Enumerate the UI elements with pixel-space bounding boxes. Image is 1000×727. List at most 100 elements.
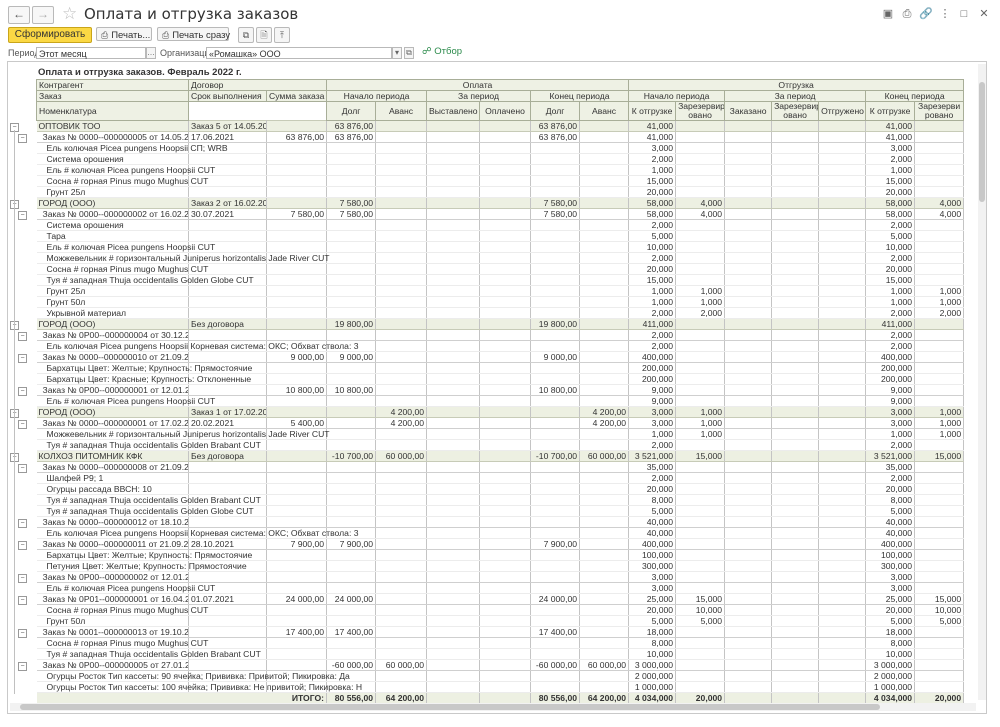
cell: 35,000 [628,461,677,473]
item-row[interactable]: Сосна # горная Pinus mugo Mughus CUT 20,0… [36,263,965,275]
period-select-button[interactable]: … [146,47,156,59]
scrollbar-thumb[interactable] [20,704,880,710]
collapse-toggle[interactable]: − [18,332,27,341]
order-row[interactable]: Заказ № 0Р01--000000001 от 16.04.2021 01.… [36,593,965,605]
item-row[interactable]: Туя # западная Thuja occidentalis Golden… [36,274,965,286]
item-row[interactable]: Туя # западная Thuja occidentalis Golden… [36,648,965,660]
item-row[interactable]: Огурцы Росток Тип кассеты: 90 ячейка; Пр… [36,670,965,682]
item-row[interactable]: Ель # колючая Picea pungens Hoopsii CUT 1… [36,241,965,253]
back-button[interactable]: ← [8,6,30,24]
print-now-button[interactable]: ⎙ Печать сразу [157,27,230,41]
item-row[interactable]: Огурцы рассада ВВСН: 10 20,000 20,000 [36,483,965,495]
group-row[interactable]: КОЛХОЗ ПИТОМНИК КФК Без договора -10 700,0… [36,450,965,462]
report-sheet[interactable]: − − − − − − − − − − − − − − − − − − Оплата и отгрузка зак… [7,61,987,714]
close-icon[interactable]: ✕ [977,7,991,21]
item-row[interactable]: Грунт 25л 1,000 1,000 1,000 1,000 [36,285,965,297]
item-row[interactable]: Туя # западная Thuja occidentalis Golden… [36,439,965,451]
item-row[interactable]: Ель # колючая Picea pungens Hoopsii CUT 1… [36,164,965,176]
item-row[interactable]: Ель колючая Picea pungens Hoopsii Корнев… [36,527,965,539]
item-row[interactable]: Огурцы Росток Тип кассеты: 100 ячейка; П… [36,681,965,693]
item-row[interactable]: Грунт 25л 20,000 20,000 [36,186,965,198]
group-row[interactable]: ГОРОД (ООО)Заказ 2 от 16.02.2021 7 580,00… [36,197,965,209]
copy-button[interactable]: ⧉ [238,27,254,43]
order-row[interactable]: Заказ № 0000--000000001 от 17.02.2021 20.… [36,417,965,429]
item-row[interactable]: Бархатцы Цвет: Желтые; Крупность: Прямос… [36,549,965,561]
order-row[interactable]: Заказ № 0001--000000013 от 19.10.2021 17 … [36,626,965,638]
item-row[interactable]: Шалфей Р9; 1 2,000 2,000 [36,472,965,484]
item-row[interactable]: Грунт 50л 5,000 5,000 5,000 5,000 [36,615,965,627]
cell [724,626,773,638]
collapse-toggle[interactable]: − [18,420,27,429]
item-row[interactable]: Грунт 50л 1,000 1,000 1,000 1,000 [36,296,965,308]
cell: 01.07.2021 [188,593,267,605]
cell [675,373,726,385]
order-row[interactable]: Заказ № 0000--000000011 от 21.09.2021 28.… [36,538,965,550]
collapse-toggle[interactable]: − [18,541,27,550]
cell: 10,000 [865,648,916,660]
maximize-icon[interactable]: □ [957,7,971,21]
collapse-toggle[interactable]: − [18,354,27,363]
item-row[interactable]: Укрывной материал 2,000 2,000 2,000 2,000 [36,307,965,319]
item-row[interactable]: Туя # западная Thuja occidentalis Golden… [36,505,965,517]
document-button[interactable]: 🗎 [256,27,272,43]
printer-icon[interactable]: ⎙ [900,7,914,21]
item-row[interactable]: Можжевельник # горизонтальный Juniperus … [36,252,965,264]
order-row[interactable]: Заказ № 0000--000000005 от 14.05.2021 17.… [36,131,965,143]
scrollbar-thumb[interactable] [979,82,985,202]
item-row[interactable]: Бархатцы Цвет: Красные; Крупность: Откло… [36,373,965,385]
cell [818,285,867,297]
favorite-star-icon[interactable]: ☆ [62,4,77,24]
cell [724,428,773,440]
item-row[interactable]: Ель # колючая Picea pungens Hoopsii CUT 9… [36,395,965,407]
collapse-toggle[interactable]: − [18,596,27,605]
order-row[interactable]: Заказ № 0Р00--000000005 от 27.01.2022 -60… [36,659,965,671]
item-row[interactable]: Тара 5,000 5,000 [36,230,965,242]
more-icon[interactable]: ⋮ [938,7,952,21]
item-row[interactable]: Сосна # горная Pinus mugo Mughus CUT 15,0… [36,175,965,187]
collapse-toggle[interactable]: − [18,629,27,638]
generate-button[interactable]: Сформировать [8,27,92,43]
link-icon[interactable]: 🔗 [919,7,933,21]
item-row[interactable]: Ель колючая Picea pungens Hoopsii СП; WR… [36,142,965,154]
vertical-scrollbar[interactable] [978,64,986,700]
forward-button[interactable]: → [32,6,54,24]
item-row[interactable]: Бархатцы Цвет: Желтые; Крупность: Прямос… [36,362,965,374]
item-row[interactable]: Ель # колючая Picea pungens Hoopsii CUT 3… [36,582,965,594]
collapse-toggle[interactable]: − [18,519,27,528]
order-row[interactable]: Заказ № 0000--000000008 от 21.09.2021 35,… [36,461,965,473]
item-row[interactable]: Сосна # горная Pinus mugo Mughus CUT 8,00… [36,637,965,649]
item-row[interactable]: Сосна # горная Pinus mugo Mughus CUT 20,0… [36,604,965,616]
order-row[interactable]: Заказ № 0Р00--000000001 от 12.01.2022 10 … [36,384,965,396]
org-dropdown-button[interactable]: ▾ [392,47,402,59]
collapse-toggle[interactable]: − [18,574,27,583]
print-button[interactable]: ⎙ Печать... [96,27,152,41]
group-row[interactable]: ОПТОВИК ТООЗаказ 5 от 14.05.2021 63 876,0… [36,120,965,132]
order-row[interactable]: Заказ № 0000--000000012 от 18.10.2021 40,… [36,516,965,528]
cell [326,219,377,231]
collapse-toggle[interactable]: − [18,464,27,473]
order-row[interactable]: Заказ № 0000--000000002 от 16.02.2021 30.… [36,208,965,220]
item-row[interactable]: Туя # западная Thuja occidentalis Golden… [36,494,965,506]
period-field[interactable]: Этот месяц [36,47,146,59]
item-row[interactable]: Можжевельник # горизонтальный Juniperus … [36,428,965,440]
group-row[interactable]: ГОРОД (ООО) Без договора 19 800,00 19 800,0… [36,318,965,330]
org-open-button[interactable]: ⧉ [404,47,414,59]
collapse-toggle[interactable]: − [18,387,27,396]
item-row[interactable]: Ель колючая Picea pungens Hoopsii Корнев… [36,340,965,352]
order-row[interactable]: Заказ № 0000--000000010 от 21.09.2021 9 0… [36,351,965,363]
group-row[interactable]: ГОРОД (ООО)Заказ 1 от 17.02.2021 4 200,00… [36,406,965,418]
horizontal-scrollbar[interactable] [10,703,976,711]
collapse-toggle[interactable]: − [18,134,27,143]
cell [914,384,965,396]
org-field[interactable]: «Ромашка» ООО [206,47,392,59]
item-row[interactable]: Система орошения 2,000 2,000 [36,219,965,231]
collapse-toggle[interactable]: − [18,662,27,671]
order-row[interactable]: Заказ № 0Р00--000000004 от 30.12.2021 2,0… [36,329,965,341]
collapse-toggle[interactable]: − [18,211,27,220]
item-row[interactable]: Петуния Цвет: Желтые; Крупность: Прямост… [36,560,965,572]
item-row[interactable]: Система орошения 2,000 2,000 [36,153,965,165]
save-icon[interactable]: ▣ [881,7,895,21]
filter-link[interactable]: ☍ Отбор [422,46,462,57]
order-row[interactable]: Заказ № 0Р00--000000002 от 12.01.2022 3,0… [36,571,965,583]
export-button[interactable]: ⤒ [274,27,290,43]
